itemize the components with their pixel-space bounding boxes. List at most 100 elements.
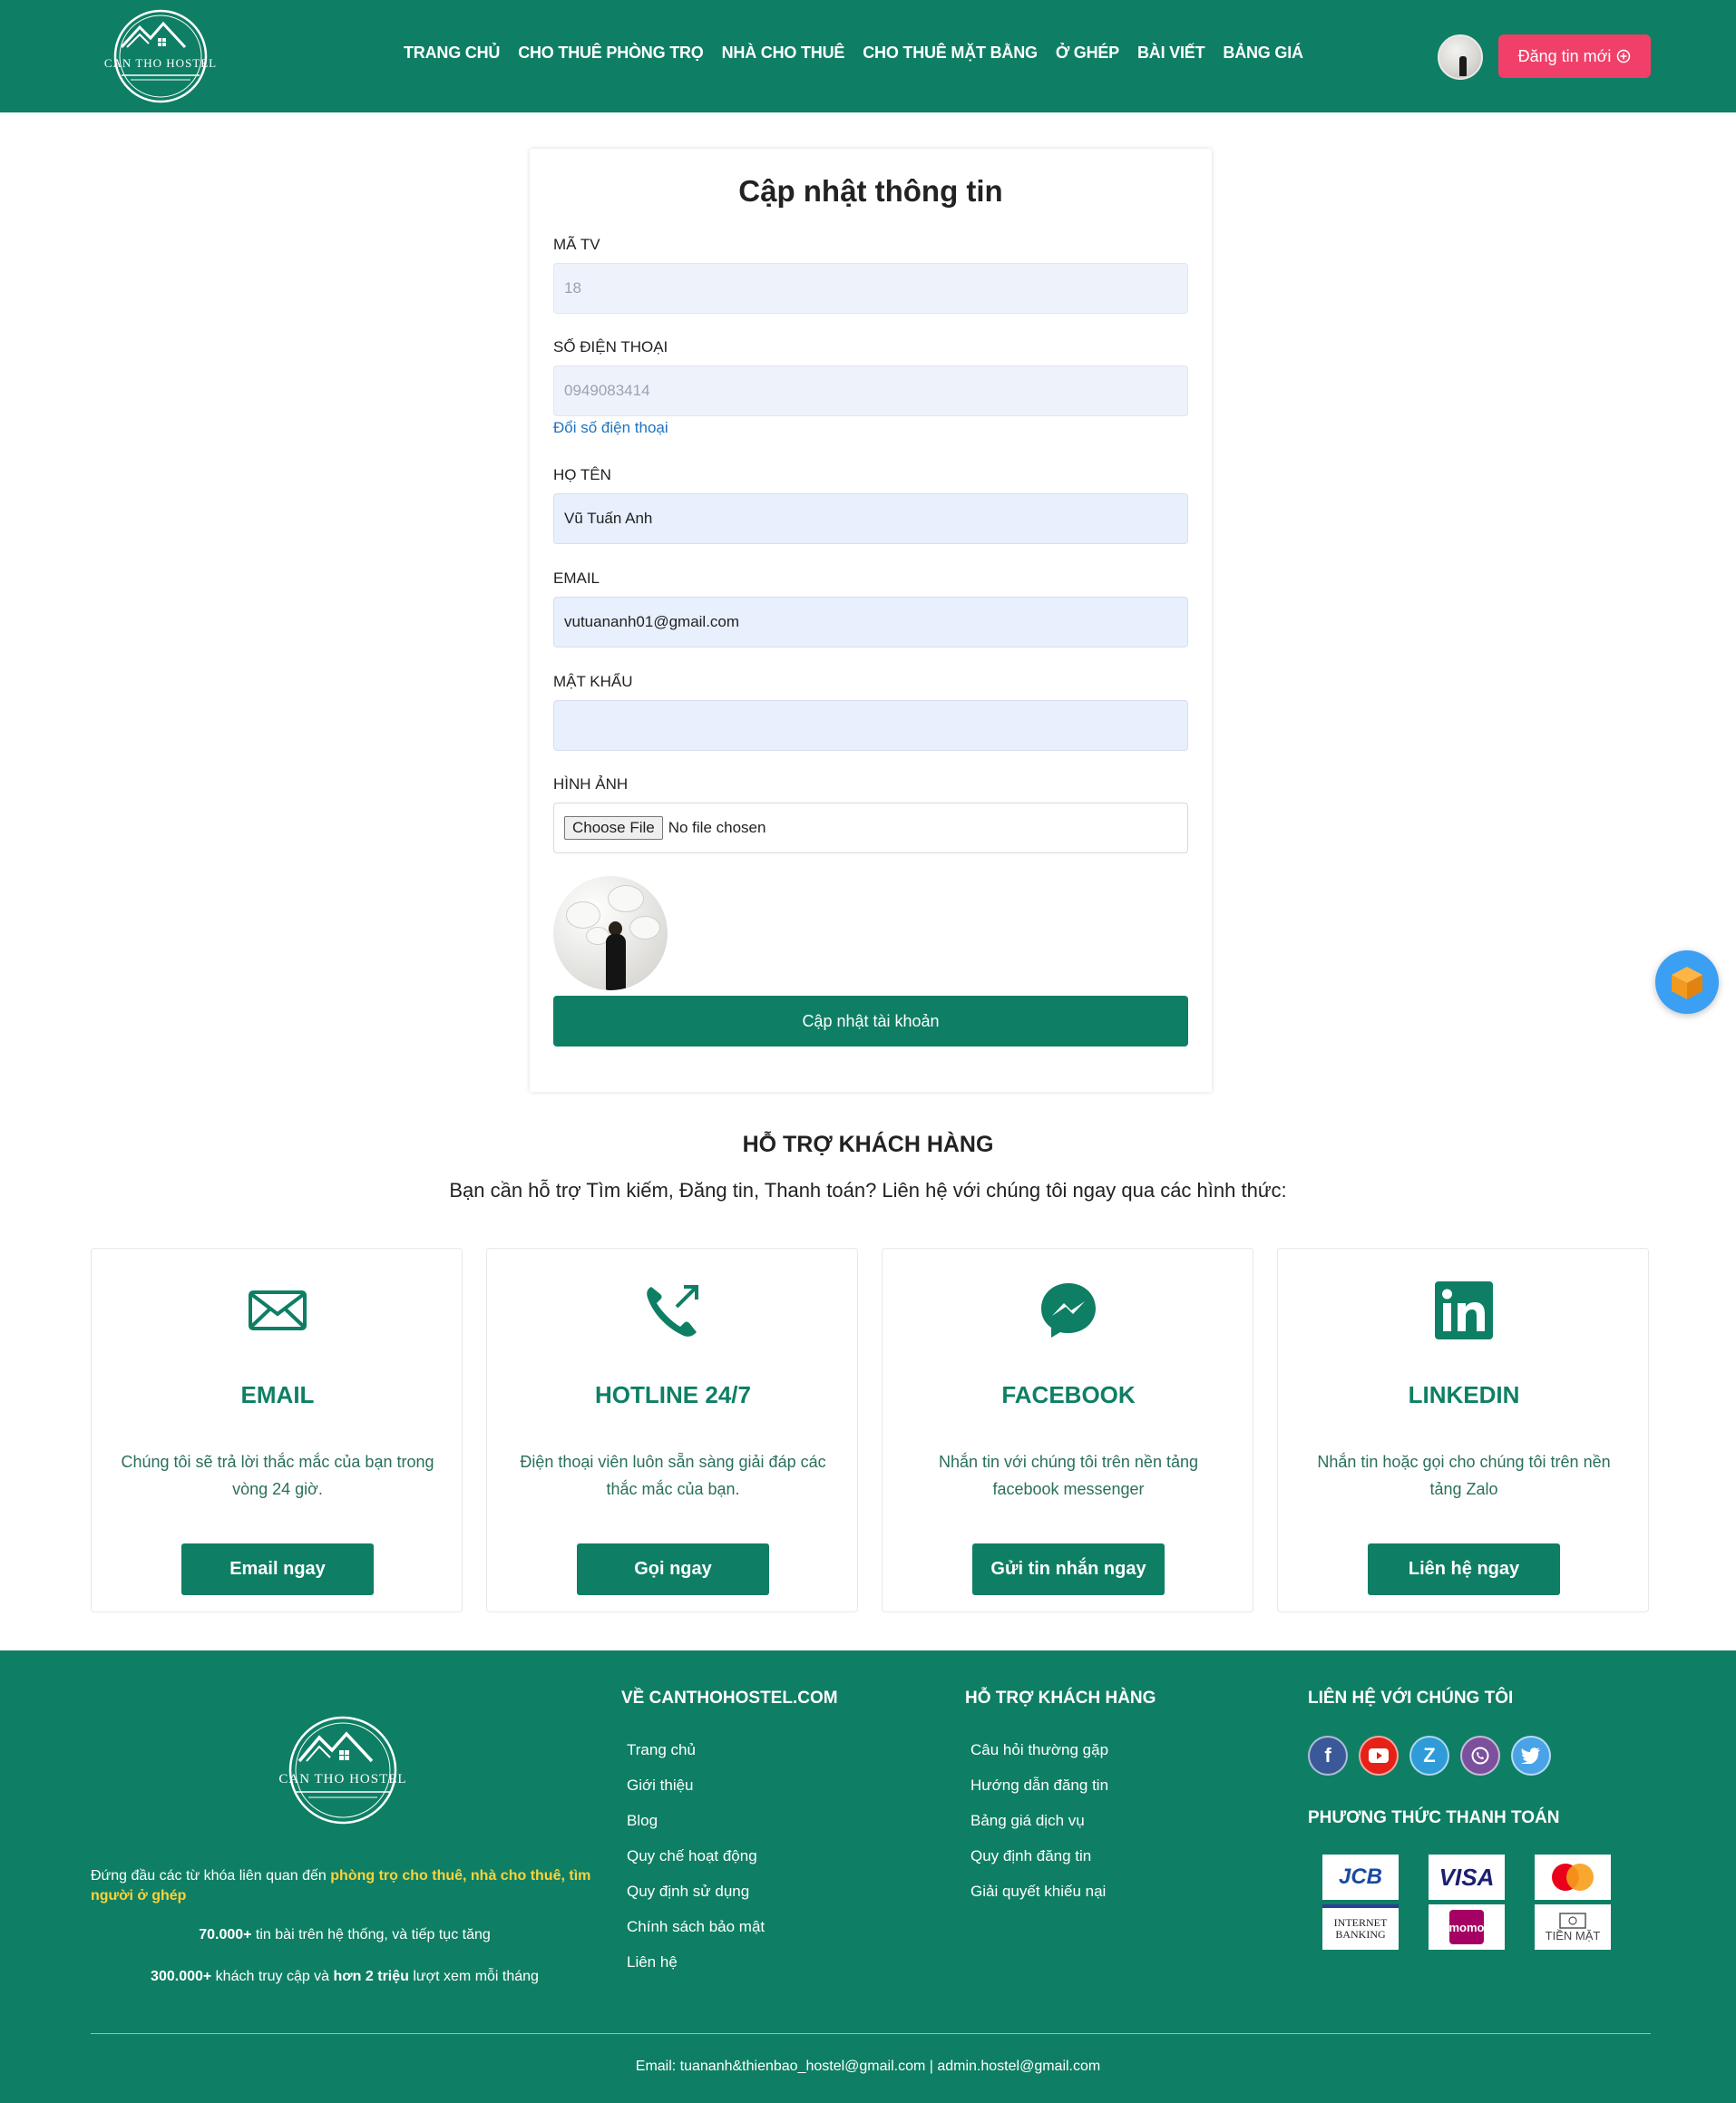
support-box-hotline: HOTLINE 24/7 Điện thoại viên luôn sẵn sà…: [486, 1248, 858, 1612]
nav-posts[interactable]: BÀI VIẾT: [1137, 44, 1205, 63]
payment-label: INTERNET BANKING: [1333, 1916, 1388, 1941]
support-box-title: FACEBOOK: [1001, 1381, 1136, 1408]
payment-cash: TIỀN MẶT: [1535, 1904, 1611, 1950]
footer-link[interactable]: Bảng giá dịch vụ: [970, 1812, 1108, 1847]
payment-label: momo: [1449, 1910, 1485, 1944]
password-label: MẬT KHẨU: [553, 673, 633, 690]
nav-premises[interactable]: CHO THUÊ MẶT BẰNG: [863, 44, 1038, 63]
payment-jcb: JCB: [1322, 1855, 1399, 1900]
footer-link[interactable]: Hướng dẫn đăng tin: [970, 1777, 1108, 1812]
desc-keyword-rooms: phòng trọ cho thuê: [330, 1868, 463, 1884]
footer-link[interactable]: Quy định sử dụng: [627, 1883, 765, 1918]
stat-text: lượt xem mỗi tháng: [408, 1969, 539, 1984]
image-file-input: Choose File No file chosen: [553, 803, 1188, 853]
footer-link[interactable]: Blog: [627, 1812, 765, 1847]
site-header: CAN THO HOSTEL TRANG CHỦ CHO THUÊ PHÒNG …: [0, 0, 1736, 112]
send-message-button[interactable]: Gửi tin nhắn ngay: [972, 1543, 1165, 1595]
nav-roommates[interactable]: Ở GHÉP: [1056, 44, 1119, 63]
mastercard-icon: [1552, 1864, 1594, 1891]
support-box-title: LINKEDIN: [1408, 1381, 1520, 1408]
nav-rooms[interactable]: CHO THUÊ PHÒNG TRỌ: [518, 44, 704, 63]
payment-methods: JCB VISA INTERNET BANKING momo TIỀN MẶT: [1322, 1855, 1611, 1950]
desc-sep: ,: [463, 1868, 471, 1884]
cube-icon: [1672, 967, 1702, 999]
footer-link[interactable]: Quy định đăng tin: [970, 1847, 1108, 1883]
viber-icon[interactable]: [1460, 1736, 1500, 1776]
footer-link[interactable]: Trang chủ: [627, 1741, 765, 1777]
zalo-icon[interactable]: Z: [1409, 1736, 1449, 1776]
user-avatar[interactable]: [1438, 34, 1483, 80]
youtube-icon[interactable]: [1359, 1736, 1399, 1776]
footer-link[interactable]: Chính sách bảo mật: [627, 1918, 765, 1953]
nav-pricing[interactable]: BẢNG GIÁ: [1223, 44, 1303, 63]
name-field[interactable]: Vũ Tuấn Anh: [553, 493, 1188, 544]
footer-description: Đứng đầu các từ khóa liên quan đến phòng…: [91, 1866, 599, 1906]
email-field[interactable]: vutuananh01@gmail.com: [553, 597, 1188, 647]
support-box-linkedin: LINKEDIN Nhắn tin hoặc gọi cho chúng tôi…: [1277, 1248, 1649, 1612]
site-logo[interactable]: CAN THO HOSTEL: [94, 7, 227, 105]
support-box-text: Nhắn tin hoặc gọi cho chúng tôi trên nền…: [1317, 1453, 1611, 1498]
cash-icon: [1559, 1912, 1586, 1929]
change-phone-link[interactable]: Đổi số điện thoại: [553, 419, 668, 437]
nav-houses[interactable]: NHÀ CHO THUÊ: [722, 44, 845, 63]
support-title: HỖ TRỢ KHÁCH HÀNG: [742, 1132, 994, 1157]
floating-box-button[interactable]: [1655, 950, 1719, 1014]
footer-stat-visitors: 300.000+ khách truy cập và hơn 2 triệu l…: [91, 1969, 599, 1985]
stat-text: tin bài trên hệ thống, và tiếp tục tăng: [251, 1927, 491, 1942]
payment-label: VISA: [1439, 1863, 1495, 1891]
payment-label: JCB: [1338, 1864, 1382, 1889]
contact-now-button[interactable]: Liên hệ ngay: [1368, 1543, 1560, 1595]
update-account-button[interactable]: Cập nhật tài khoản: [553, 996, 1188, 1047]
footer-col-support-title: HỖ TRỢ KHÁCH HÀNG: [965, 1689, 1156, 1708]
twitter-icon[interactable]: [1511, 1736, 1551, 1776]
payment-internet-banking: INTERNET BANKING: [1322, 1904, 1399, 1950]
footer-contact-emails: Email: tuananh&thienbao_hostel@gmail.com…: [635, 2059, 1101, 2074]
footer-logo[interactable]: CAN THO HOSTEL: [268, 1714, 417, 1826]
support-box-facebook: FACEBOOK Nhắn tin với chúng tôi trên nền…: [882, 1248, 1253, 1612]
avatar-figure: [1459, 56, 1467, 76]
call-now-button[interactable]: Gọi ngay: [577, 1543, 769, 1595]
payment-momo: momo: [1429, 1904, 1505, 1950]
desc-keyword-houses: nhà cho thuê: [470, 1868, 561, 1884]
facebook-icon[interactable]: f: [1308, 1736, 1348, 1776]
footer-stat-posts: 70.000+ tin bài trên hệ thống, và tiếp t…: [91, 1927, 599, 1943]
payment-mastercard: [1535, 1855, 1611, 1900]
phone-label: SỐ ĐIỆN THOẠI: [553, 338, 668, 355]
stat-number: 300.000+: [151, 1969, 212, 1984]
envelope-icon: [249, 1290, 307, 1330]
post-new-label: Đăng tin mới: [1517, 46, 1612, 65]
support-boxes: EMAIL Chúng tôi sẽ trả lời thắc mắc của …: [91, 1248, 1649, 1612]
desc-text: Đứng đầu các từ khóa liên quan đến: [91, 1868, 331, 1884]
choose-file-button[interactable]: Choose File: [564, 816, 663, 840]
main-nav: TRANG CHỦ CHO THUÊ PHÒNG TRỌ NHÀ CHO THU…: [404, 44, 1322, 63]
footer-col-support-list: Câu hỏi thường gặp Hướng dẫn đăng tin Bả…: [970, 1741, 1108, 1918]
payment-visa: VISA: [1429, 1855, 1505, 1900]
payment-title: PHƯƠNG THỨC THANH TOÁN: [1308, 1808, 1560, 1827]
footer-link[interactable]: Câu hỏi thường gặp: [970, 1741, 1108, 1777]
phone-field: 0949083414: [553, 365, 1188, 416]
name-label: HỌ TÊN: [553, 466, 611, 483]
footer-col-about-list: Trang chủ Giới thiệu Blog Quy chế hoạt đ…: [627, 1741, 765, 1989]
phone-outgoing-icon: [647, 1285, 698, 1337]
footer-link[interactable]: Liên hệ: [627, 1953, 765, 1989]
post-new-button[interactable]: Đăng tin mới: [1498, 34, 1651, 78]
file-status: No file chosen: [668, 819, 766, 836]
stat-text: khách truy cập và: [211, 1969, 334, 1984]
support-subtitle: Bạn cần hỗ trợ Tìm kiếm, Đăng tin, Thanh…: [449, 1179, 1287, 1202]
footer-link[interactable]: Quy chế hoạt động: [627, 1847, 765, 1883]
social-links: f Z: [1308, 1736, 1551, 1776]
password-field[interactable]: [553, 700, 1188, 751]
nav-home[interactable]: TRANG CHỦ: [404, 44, 500, 63]
support-box-text: Nhắn tin với chúng tôi trên nền tảng fac…: [939, 1453, 1198, 1498]
linkedin-icon: [1435, 1281, 1493, 1339]
footer-logo-text: CAN THO HOSTEL: [278, 1772, 406, 1787]
support-box-title: HOTLINE 24/7: [595, 1381, 751, 1408]
avatar-preview: [553, 876, 668, 990]
site-footer: CAN THO HOSTEL Đứng đầu các từ khóa liên…: [0, 1650, 1736, 2103]
footer-col-about-title: VỀ CANTHOHOSTEL.COM: [621, 1689, 838, 1708]
footer-link[interactable]: Giải quyết khiếu nại: [970, 1883, 1108, 1918]
email-now-button[interactable]: Email ngay: [181, 1543, 374, 1595]
stat-number: 70.000+: [199, 1927, 252, 1942]
footer-link[interactable]: Giới thiệu: [627, 1777, 765, 1812]
profile-form-card: Cập nhật thông tin MÃ TV 18 SỐ ĐIỆN THOẠ…: [530, 149, 1212, 1092]
